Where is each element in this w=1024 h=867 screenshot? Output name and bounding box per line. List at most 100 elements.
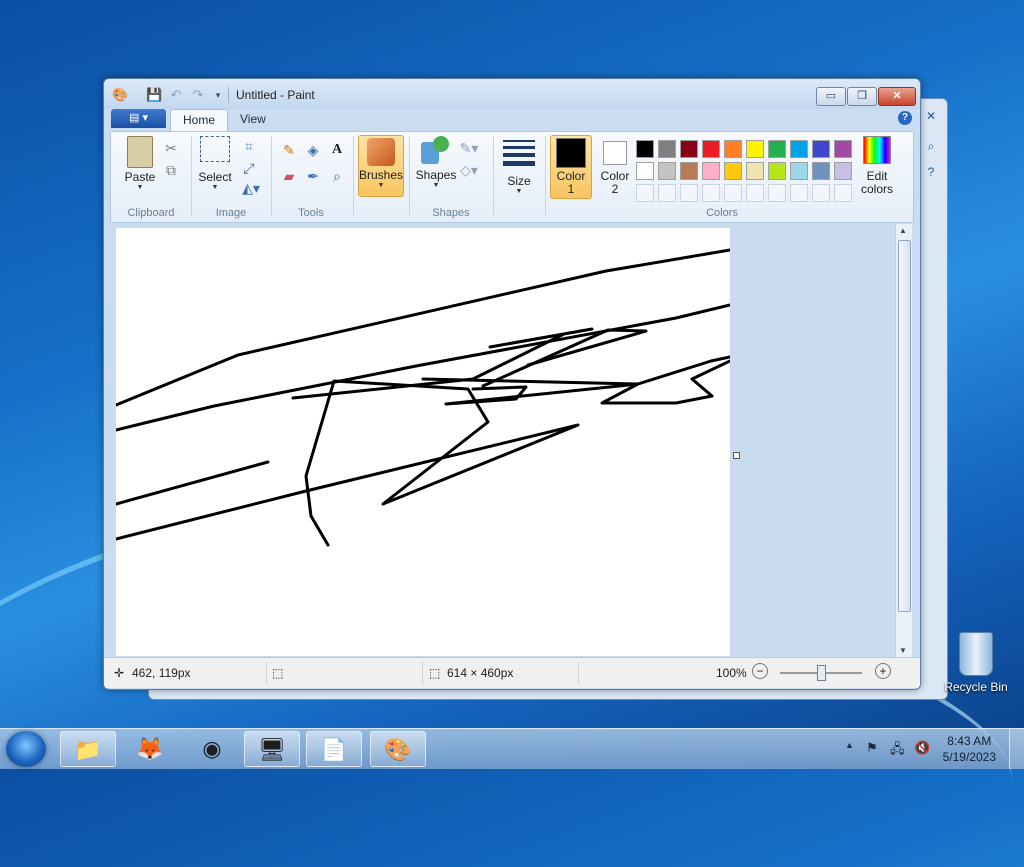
palette-empty-slot[interactable]: [768, 184, 786, 202]
palette-empty-slot[interactable]: [658, 184, 676, 202]
paste-button[interactable]: Paste ▼: [119, 136, 161, 192]
help-icon[interactable]: ?: [898, 111, 912, 125]
cursor-position-icon: ✛: [114, 666, 125, 680]
brushes-button[interactable]: Brushes ▼: [358, 135, 404, 197]
drawn-stroke: [421, 355, 730, 386]
palette-empty-slot[interactable]: [834, 184, 852, 202]
vertical-scrollbar[interactable]: ▲ ▼: [895, 224, 912, 657]
canvas-resize-handle[interactable]: [733, 452, 740, 459]
palette-empty-slot[interactable]: [636, 184, 654, 202]
palette-swatch[interactable]: [724, 140, 742, 158]
shapes-button[interactable]: Shapes ▼: [415, 136, 457, 190]
action-center-flag-icon[interactable]: ⚑: [866, 740, 878, 756]
palette-swatch[interactable]: [746, 162, 764, 180]
tab-home[interactable]: Home: [170, 109, 229, 131]
palette-swatch[interactable]: [680, 162, 698, 180]
palette-swatch[interactable]: [658, 140, 676, 158]
recycle-bin-shortcut[interactable]: Recycle Bin: [944, 632, 1008, 694]
customize-quick-access-icon[interactable]: ▾: [210, 87, 226, 103]
palette-swatch[interactable]: [680, 140, 698, 158]
zoom-slider-thumb[interactable]: [817, 665, 826, 681]
palette-swatch[interactable]: [702, 162, 720, 180]
title-bar[interactable]: 🎨 💾 ↶ ↷ ▾ Untitled - Paint ▭ ❐ ✕: [104, 79, 920, 109]
show-desktop-button[interactable]: [1009, 729, 1024, 769]
palette-swatch[interactable]: [636, 162, 654, 180]
edit-colors-button[interactable]: Edit colors: [857, 136, 897, 195]
color2-button[interactable]: Color 2: [595, 135, 635, 197]
fill-icon[interactable]: ◈: [303, 140, 323, 160]
group-label-colors: Colors: [706, 207, 738, 219]
size-button[interactable]: Size ▼: [499, 136, 539, 196]
restore-button[interactable]: ❐: [847, 87, 877, 106]
start-button[interactable]: [6, 731, 46, 767]
file-menu-button[interactable]: ▤ ▾: [111, 109, 166, 128]
drawing-canvas[interactable]: [116, 228, 730, 656]
copy-icon[interactable]: ⧉: [161, 160, 181, 180]
cut-icon[interactable]: ✂: [161, 138, 181, 158]
palette-swatch[interactable]: [702, 140, 720, 158]
scroll-up-arrow-icon[interactable]: ▲: [899, 226, 907, 235]
pencil-icon[interactable]: ✎: [279, 140, 299, 160]
close-icon[interactable]: ✕: [921, 109, 941, 127]
chrome-taskbar-button[interactable]: ◉: [184, 731, 240, 767]
palette-empty-slot[interactable]: [680, 184, 698, 202]
palette-swatch[interactable]: [834, 140, 852, 158]
search-icon[interactable]: ⌕: [921, 139, 941, 157]
magnifier-icon[interactable]: ⌕: [327, 166, 347, 186]
fill-style-icon[interactable]: ◇▾: [459, 160, 479, 180]
palette-swatch[interactable]: [834, 162, 852, 180]
document-taskbar-button[interactable]: 📄: [306, 731, 362, 767]
scroll-down-arrow-icon[interactable]: ▼: [899, 646, 907, 655]
firefox-taskbar-button[interactable]: 🦊: [122, 731, 178, 767]
palette-swatch[interactable]: [768, 140, 786, 158]
palette-swatch[interactable]: [768, 162, 786, 180]
resize-icon[interactable]: ⤢: [239, 158, 259, 178]
explorer-taskbar-button[interactable]: 📁: [60, 731, 116, 767]
palette-empty-slot[interactable]: [702, 184, 720, 202]
status-bar: ✛ 462, 119px ⬚ ⬚ 614 × 460px 100% − +: [104, 657, 920, 688]
palette-empty-slot[interactable]: [790, 184, 808, 202]
color-picker-icon[interactable]: ✒: [303, 166, 323, 186]
show-hidden-icons-button[interactable]: ▲: [845, 740, 854, 750]
zoom-in-button[interactable]: +: [875, 663, 891, 679]
status-separator: [422, 662, 423, 684]
tab-view[interactable]: View: [228, 109, 278, 130]
palette-swatch[interactable]: [812, 140, 830, 158]
shapes-label: Shapes: [415, 168, 457, 182]
palette-empty-slot[interactable]: [724, 184, 742, 202]
palette-swatch[interactable]: [636, 140, 654, 158]
system-clock[interactable]: 8:43 AM 5/19/2023: [943, 733, 996, 765]
palette-swatch[interactable]: [724, 162, 742, 180]
volume-muted-icon[interactable]: 🔇: [914, 740, 930, 756]
palette-swatch[interactable]: [790, 140, 808, 158]
undo-icon[interactable]: ↶: [168, 87, 184, 103]
ribbon-home: Paste ▼ ✂ ⧉ Clipboard Select ▼ ⌗ ⤢ ◭▾ Im…: [110, 131, 914, 223]
minimize-button[interactable]: ▭: [816, 87, 846, 106]
control-panel-taskbar-button[interactable]: 🖥: [244, 731, 300, 767]
redo-icon[interactable]: ↷: [190, 87, 206, 103]
paste-icon: [127, 136, 153, 168]
outline-icon[interactable]: ✎▾: [459, 138, 479, 158]
paint-taskbar-button[interactable]: 🎨: [370, 731, 426, 767]
rotate-icon[interactable]: ◭▾: [241, 178, 261, 198]
crop-icon[interactable]: ⌗: [239, 136, 259, 156]
scrollbar-thumb[interactable]: [898, 240, 911, 612]
palette-empty-slot[interactable]: [746, 184, 764, 202]
color1-button[interactable]: Color 1: [550, 135, 592, 199]
paint-app-icon[interactable]: 🎨: [112, 87, 128, 103]
palette-empty-slot[interactable]: [812, 184, 830, 202]
eraser-icon[interactable]: ▰: [279, 166, 299, 186]
close-button[interactable]: ✕: [878, 87, 916, 106]
palette-swatch[interactable]: [812, 162, 830, 180]
select-button[interactable]: Select ▼: [197, 136, 233, 192]
text-icon[interactable]: A: [327, 140, 347, 160]
save-icon[interactable]: 💾: [146, 87, 162, 103]
group-label-shapes: Shapes: [432, 207, 470, 219]
palette-swatch[interactable]: [790, 162, 808, 180]
folder-icon: 📁: [74, 737, 102, 762]
help-icon[interactable]: ?: [921, 165, 941, 183]
network-icon[interactable]: 🖧: [890, 740, 905, 762]
palette-swatch[interactable]: [658, 162, 676, 180]
palette-swatch[interactable]: [746, 140, 764, 158]
zoom-out-button[interactable]: −: [752, 663, 768, 679]
